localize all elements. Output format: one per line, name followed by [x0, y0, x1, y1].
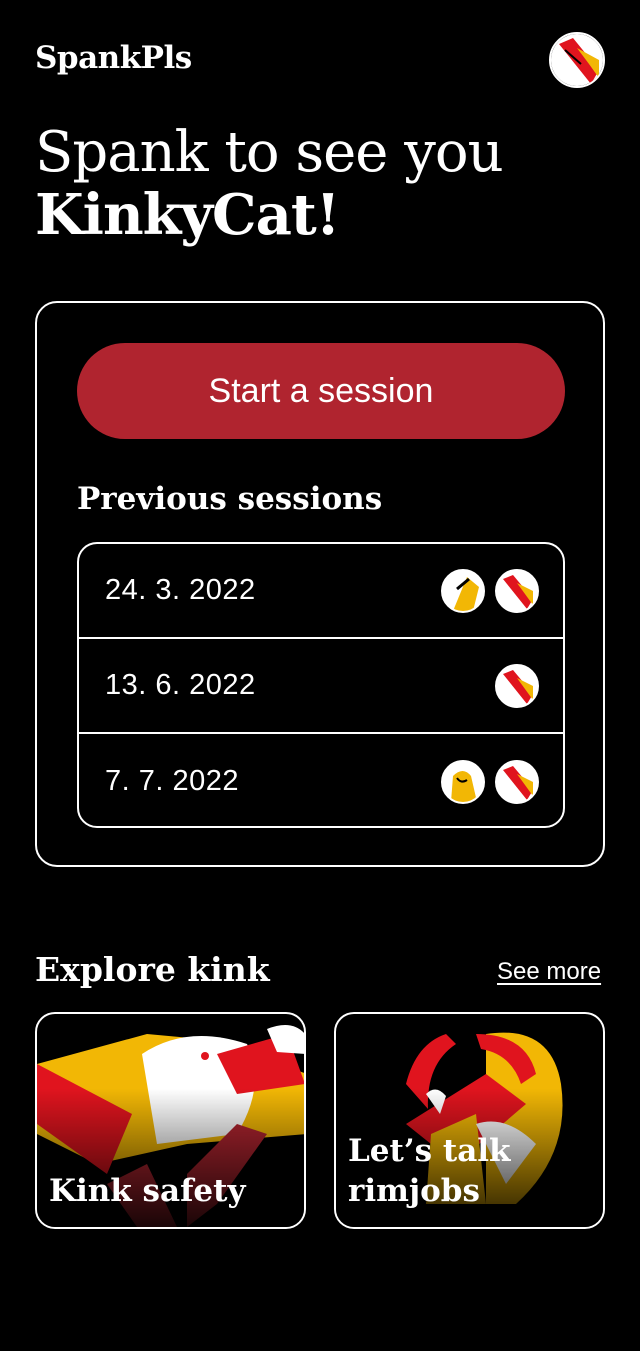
- session-date: 13. 6. 2022: [105, 669, 256, 701]
- see-more-link[interactable]: See more: [497, 958, 601, 986]
- article-title: Let’s talk rimjobs: [348, 1133, 511, 1209]
- red-hand-icon: [495, 568, 539, 613]
- session-row[interactable]: 24. 3. 2022: [79, 544, 563, 639]
- article-card-rimjobs[interactable]: Let’s talk rimjobs: [334, 1012, 605, 1229]
- yellow-figure-icon: [441, 568, 485, 613]
- greeting: Spank to see you KinkyCat!: [35, 120, 504, 248]
- previous-sessions-list: 24. 3. 2022 13. 6. 2022 7. 7. 2022: [77, 542, 565, 828]
- session-row[interactable]: 13. 6. 2022: [79, 639, 563, 734]
- previous-sessions-title: Previous sessions: [77, 481, 383, 517]
- explore-title: Explore kink: [35, 950, 270, 989]
- yellow-face-icon: [441, 759, 485, 804]
- greeting-line-1: Spank to see you: [35, 120, 504, 185]
- article-title: Kink safety: [49, 1173, 246, 1209]
- app-name: SpankPls: [35, 40, 192, 76]
- profile-avatar[interactable]: [549, 32, 605, 88]
- greeting-username: KinkyCat!: [35, 182, 340, 248]
- session-row[interactable]: 7. 7. 2022: [79, 734, 563, 826]
- session-date: 24. 3. 2022: [105, 574, 256, 606]
- article-card-kink-safety[interactable]: Kink safety: [35, 1012, 306, 1229]
- session-card: Start a session Previous sessions 24. 3.…: [35, 301, 605, 867]
- red-hand-icon: [495, 663, 539, 708]
- red-hand-icon: [495, 759, 539, 804]
- start-session-button[interactable]: Start a session: [77, 343, 565, 439]
- session-date: 7. 7. 2022: [105, 765, 239, 797]
